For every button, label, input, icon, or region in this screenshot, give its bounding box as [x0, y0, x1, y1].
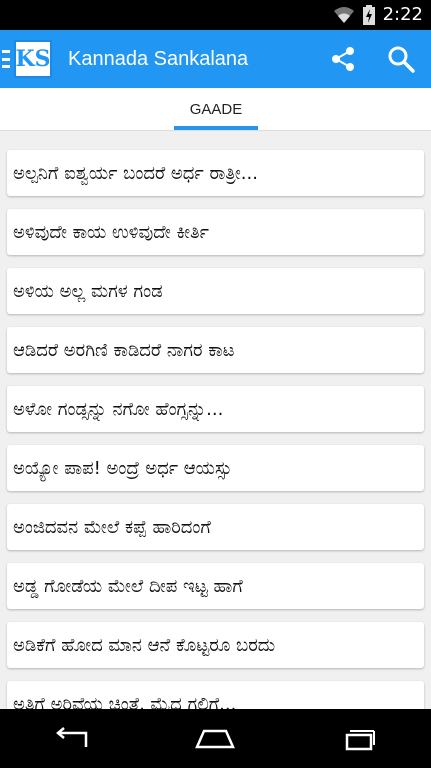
- menu-icon[interactable]: [2, 50, 10, 68]
- tab-indicator: [174, 126, 258, 130]
- list-item[interactable]: ಅಡ್ಡ ಗೋಡೆಯ ಮೇಲೆ ದೀಪ ಇಟ್ಟ ಹಾಗೆ: [7, 563, 424, 609]
- status-bar: 2:22: [0, 0, 431, 30]
- share-icon[interactable]: [329, 45, 357, 73]
- list-item[interactable]: ಅಳಿವುದೇ ಕಾಯ ಉಳಿವುದೇ ಕೀರ್ತಿ: [7, 209, 424, 255]
- search-icon[interactable]: [387, 45, 415, 73]
- tab-gaade[interactable]: GAADE: [174, 88, 258, 130]
- list-item[interactable]: ಆಡಿದರೆ ಅರಗಿಣಿ ಕಾಡಿದರೆ ನಾಗರ ಕಾಟ: [7, 327, 424, 373]
- recents-icon[interactable]: [337, 727, 381, 751]
- list-item[interactable]: ಅಳೋ ಗಂಡ್ಸನ್ನು ನಗೋ ಹೆಂಗ್ಸನ್ನು...: [7, 386, 424, 432]
- list-item[interactable]: ಅಂಜಿದವನ ಮೇಲೆ ಕಪ್ಪೆ ಹಾರಿದಂಗೆ: [7, 504, 424, 550]
- status-time: 2:22: [382, 4, 423, 25]
- list-item[interactable]: ಅಡಿಕೆಗೆ ಹೋದ ಮಾನ ಆನೆ ಕೊಟ್ಟರೂ ಬರದು: [7, 622, 424, 668]
- nav-bar: [0, 709, 431, 768]
- home-icon[interactable]: [193, 727, 237, 751]
- proverb-list[interactable]: ಅಲ್ಪನಿಗೆ ಐಶ್ವರ್ಯ ಬಂದರೆ ಅರ್ಧ ರಾತ್ರೀ... ಅಳ…: [0, 131, 431, 709]
- app-bar: KS Kannada Sankalana: [0, 30, 431, 88]
- app-logo[interactable]: KS: [14, 40, 52, 78]
- wifi-icon: [333, 6, 354, 23]
- list-item[interactable]: ಅಯ್ಯೋ ಪಾಪ! ಅಂದ್ರೆ ಅರ್ಧ ಆಯಸ್ಸು: [7, 445, 424, 491]
- battery-charging-icon: [362, 4, 375, 25]
- app-title: Kannada Sankalana: [68, 47, 249, 70]
- back-icon[interactable]: [50, 726, 94, 751]
- list-item[interactable]: ಅಳಿಯ ಅಲ್ಲ ಮಗಳ ಗಂಡ: [7, 268, 424, 314]
- list-item[interactable]: ಅಲ್ಪನಿಗೆ ಐಶ್ವರ್ಯ ಬಂದರೆ ಅರ್ಧ ರಾತ್ರೀ...: [7, 150, 424, 196]
- tab-bar: GAADE: [0, 88, 431, 131]
- list-item[interactable]: ಅತಿಗೆ ಅರಿವೆಯ ಚಿಂತೆ, ಮೈದ ಗಲಿಗೆ...: [7, 681, 424, 709]
